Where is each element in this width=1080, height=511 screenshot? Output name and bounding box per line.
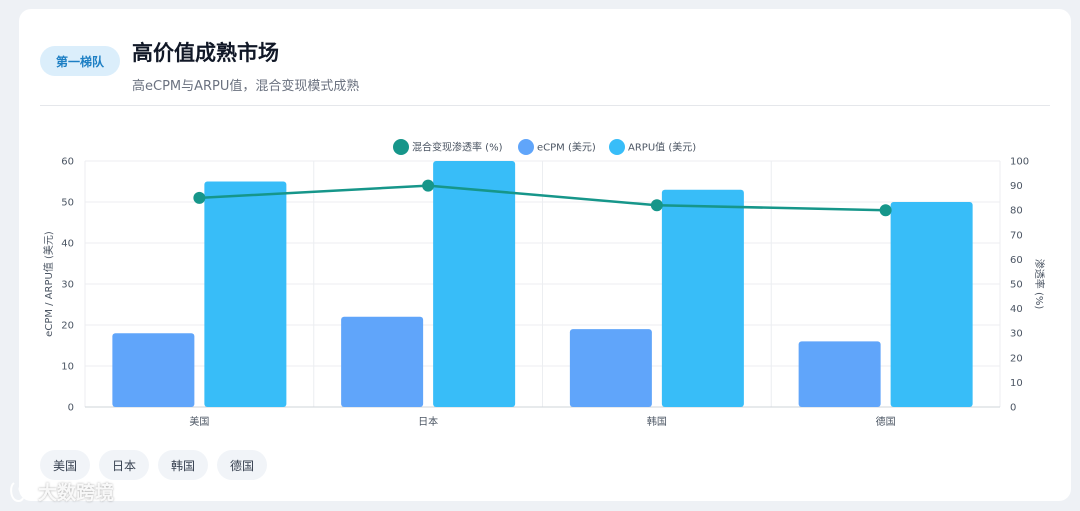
y-right-tick-label: 20 (1010, 353, 1023, 364)
legend-swatch (518, 139, 534, 155)
y-right-tick-label: 50 (1010, 280, 1023, 291)
legend-label: 混合变现渗透率 (%) (412, 141, 503, 154)
bar-ecpm (341, 316, 424, 407)
bar-arpu (204, 181, 287, 407)
line-point (193, 191, 206, 204)
y-right-tick-label: 30 (1010, 329, 1023, 340)
y-tick-label: 10 (61, 362, 74, 373)
y-right-tick-label: 90 (1010, 181, 1023, 192)
x-tick-label: 日本 (418, 415, 438, 428)
y-right-tick-label: 70 (1010, 230, 1023, 241)
line-point (422, 179, 435, 192)
y-axis-title: eCPM / ARPU值 (美元) (42, 231, 55, 337)
y-tick-label: 0 (68, 403, 74, 414)
y-tick-label: 60 (61, 157, 74, 168)
x-tick-label: 德国 (876, 415, 896, 428)
y-tick-label: 40 (61, 239, 74, 250)
y-tick-label: 30 (61, 280, 74, 291)
y-right-tick-label: 40 (1010, 304, 1023, 315)
y-tick-label: 50 (61, 198, 74, 209)
y-right-tick-label: 100 (1010, 157, 1029, 168)
x-tick-label: 韩国 (647, 415, 667, 428)
y-right-axis-title: 渗透率 (%) (1033, 259, 1046, 310)
bar-arpu (661, 189, 744, 407)
y-right-tick-label: 80 (1010, 206, 1023, 217)
y-right-tick-label: 10 (1010, 378, 1023, 389)
bar-arpu (890, 202, 973, 407)
combo-chart: 0 10 20 30 40 50 60 0 10 20 30 40 50 60 70 80 90 100 eCPM … (42, 139, 1046, 428)
line-point (650, 199, 663, 212)
x-tick-label: 美国 (189, 415, 209, 428)
bar-arpu (433, 161, 516, 407)
y-right-tick-label: 0 (1010, 403, 1016, 414)
line-point (879, 204, 892, 217)
bar-ecpm (569, 329, 652, 407)
legend-label: eCPM (美元) (537, 141, 596, 154)
watermark-text: 大数跨境 (38, 482, 115, 504)
bar-ecpm (112, 333, 195, 407)
legend-swatch (609, 139, 625, 155)
legend-swatch (393, 139, 409, 155)
bar-ecpm (798, 341, 881, 407)
brand-logo-icon (10, 481, 34, 502)
y-right-tick-label: 60 (1010, 255, 1023, 266)
watermark: 大数跨境 (8, 478, 114, 505)
legend-label: ARPU值 (美元) (628, 141, 696, 154)
y-tick-label: 20 (61, 321, 74, 332)
